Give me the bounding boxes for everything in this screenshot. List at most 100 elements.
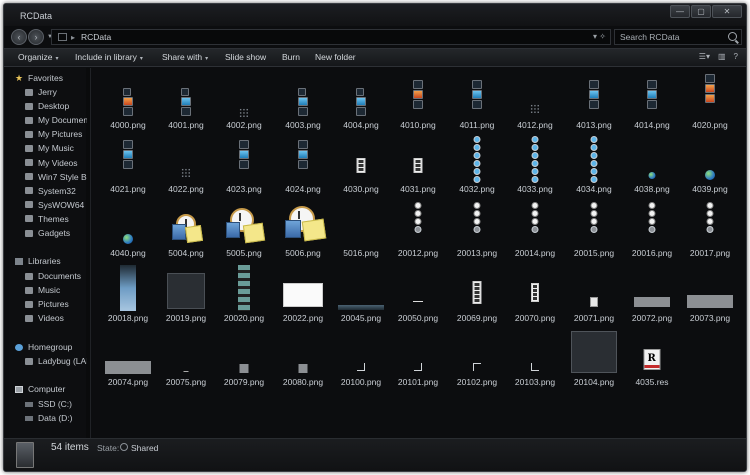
file-item[interactable]: 20104.png (566, 327, 622, 389)
file-item[interactable]: 20101.png (390, 327, 446, 389)
file-item[interactable]: 4000.png (100, 70, 156, 132)
sidebar-item[interactable]: Jerry (25, 87, 87, 97)
file-item[interactable]: 4013.png (566, 70, 622, 132)
maximize-button[interactable]: ▢ (691, 5, 711, 18)
file-item[interactable]: 20018.png (100, 263, 156, 325)
search-input[interactable]: Search RCData (614, 29, 742, 45)
file-item[interactable]: 4022.png (158, 134, 214, 196)
file-item[interactable]: 4032.png (449, 134, 505, 196)
sidebar-group-computer[interactable]: Computer (15, 384, 87, 394)
file-item[interactable]: 4011.png (449, 70, 505, 132)
file-item[interactable]: 4003.png (275, 70, 331, 132)
sidebar-item[interactable]: Ladybug (LAPTOP) (25, 356, 87, 366)
sidebar-item[interactable]: Pictures (25, 299, 87, 309)
sidebar-item[interactable]: SSD (C:) (25, 399, 87, 409)
slide-show-button[interactable]: Slide show (225, 52, 266, 62)
file-item[interactable]: 20103.png (507, 327, 563, 389)
folder-icon (58, 33, 67, 41)
sidebar-item[interactable]: Themes (25, 214, 87, 224)
file-item[interactable]: 4020.png (682, 70, 738, 132)
file-item[interactable]: 20075.png (158, 327, 214, 389)
sidebar-item[interactable]: Videos (25, 313, 87, 323)
file-item[interactable]: 20069.png (449, 263, 505, 325)
burn-button[interactable]: Burn (282, 52, 300, 62)
search-icon[interactable] (728, 32, 737, 41)
file-item[interactable]: 20079.png (216, 327, 272, 389)
sidebar-group-libraries[interactable]: Libraries (15, 256, 87, 266)
include-in-library-button[interactable]: Include in library ▾ (75, 52, 143, 62)
file-item[interactable]: 4002.png (216, 70, 272, 132)
address-controls[interactable]: ▾ ✧ (593, 32, 606, 41)
sidebar-item[interactable]: System32 (25, 186, 87, 196)
sidebar-item[interactable]: Data (D:) (25, 413, 87, 423)
file-item[interactable]: 4038.png (624, 134, 680, 196)
file-item[interactable]: 4030.png (333, 134, 389, 196)
file-item[interactable]: 20072.png (624, 263, 680, 325)
file-item[interactable]: 5005.png (216, 198, 272, 260)
file-item[interactable]: 4014.png (624, 70, 680, 132)
file-item[interactable]: 20012.png (390, 198, 446, 260)
file-item[interactable]: 4024.png (275, 134, 331, 196)
sidebar-item[interactable]: My Videos (25, 158, 87, 168)
file-item[interactable]: 20070.png (507, 263, 563, 325)
file-item[interactable]: 4033.png (507, 134, 563, 196)
file-item[interactable]: 20071.png (566, 263, 622, 325)
file-item[interactable]: 20102.png (449, 327, 505, 389)
file-item[interactable]: 4023.png (216, 134, 272, 196)
file-item[interactable]: 20022.png (275, 263, 331, 325)
sidebar-item[interactable]: Desktop (25, 101, 87, 111)
breadcrumb-rcdata[interactable]: RCData (81, 32, 111, 42)
share-with-button[interactable]: Share with ▾ (162, 52, 208, 62)
file-item[interactable]: 20045.png (333, 263, 389, 325)
sidebar-item[interactable]: Music (25, 285, 87, 295)
file-item[interactable]: 20073.png (682, 263, 738, 325)
file-item[interactable]: 20013.png (449, 198, 505, 260)
file-item[interactable]: 20019.png (158, 263, 214, 325)
file-item[interactable]: 20100.png (333, 327, 389, 389)
sidebar-group-favorites[interactable]: ★ Favorites (15, 73, 87, 83)
file-item[interactable]: 20050.png (390, 263, 446, 325)
thumbnail-graphic (473, 210, 481, 217)
sidebar-item[interactable]: My Pictures (25, 129, 87, 139)
back-button[interactable]: ‹ (11, 29, 27, 45)
file-item[interactable]: 20074.png (100, 327, 156, 389)
file-item[interactable]: R 4035.res (624, 327, 680, 389)
forward-button[interactable]: › (28, 29, 44, 45)
organize-button[interactable]: Organize ▾ (18, 52, 59, 62)
minimize-button[interactable]: — (670, 5, 690, 18)
file-item[interactable]: 4010.png (390, 70, 446, 132)
file-view: 4000.png 4001.png 4002.png 4003.png 4004.png… (92, 68, 744, 438)
change-view-icon[interactable]: ☰▾ (699, 52, 710, 61)
sidebar-item[interactable]: Documents (25, 271, 87, 281)
file-item[interactable]: 20080.png (275, 327, 331, 389)
file-item[interactable]: 4040.png (100, 198, 156, 260)
file-item[interactable]: 20015.png (566, 198, 622, 260)
file-item[interactable]: 5006.png (275, 198, 331, 260)
sidebar-item[interactable]: Win7 Style Builder (25, 172, 87, 182)
sidebar-item[interactable]: Gadgets (25, 228, 87, 238)
file-item[interactable]: 5016.png (333, 198, 389, 260)
file-item[interactable]: 4001.png (158, 70, 214, 132)
address-bar[interactable]: ▸ RCData ▾ ✧ (51, 29, 611, 45)
sidebar-item[interactable]: SysWOW64 (25, 200, 87, 210)
file-item[interactable]: 20017.png (682, 198, 738, 260)
breadcrumb-separator[interactable]: ▸ (71, 33, 75, 42)
file-item[interactable]: 5004.png (158, 198, 214, 260)
file-item[interactable]: 4004.png (333, 70, 389, 132)
file-item[interactable]: 4039.png (682, 134, 738, 196)
sidebar-item[interactable]: My Documents (25, 115, 87, 125)
help-icon[interactable]: ? (734, 52, 738, 61)
sidebar-item[interactable]: My Music (25, 143, 87, 153)
file-item[interactable]: 4012.png (507, 70, 563, 132)
preview-pane-icon[interactable]: ▥ (718, 52, 726, 61)
close-button[interactable]: ✕ (712, 5, 742, 18)
new-folder-button[interactable]: New folder (315, 52, 356, 62)
file-item[interactable]: 4031.png (390, 134, 446, 196)
thumbnail-graphic (298, 160, 308, 169)
file-item[interactable]: 4021.png (100, 134, 156, 196)
file-item[interactable]: 20020.png (216, 263, 272, 325)
file-item[interactable]: 20014.png (507, 198, 563, 260)
file-item[interactable]: 4034.png (566, 134, 622, 196)
file-item[interactable]: 20016.png (624, 198, 680, 260)
sidebar-group-homegroup[interactable]: Homegroup (15, 342, 87, 352)
